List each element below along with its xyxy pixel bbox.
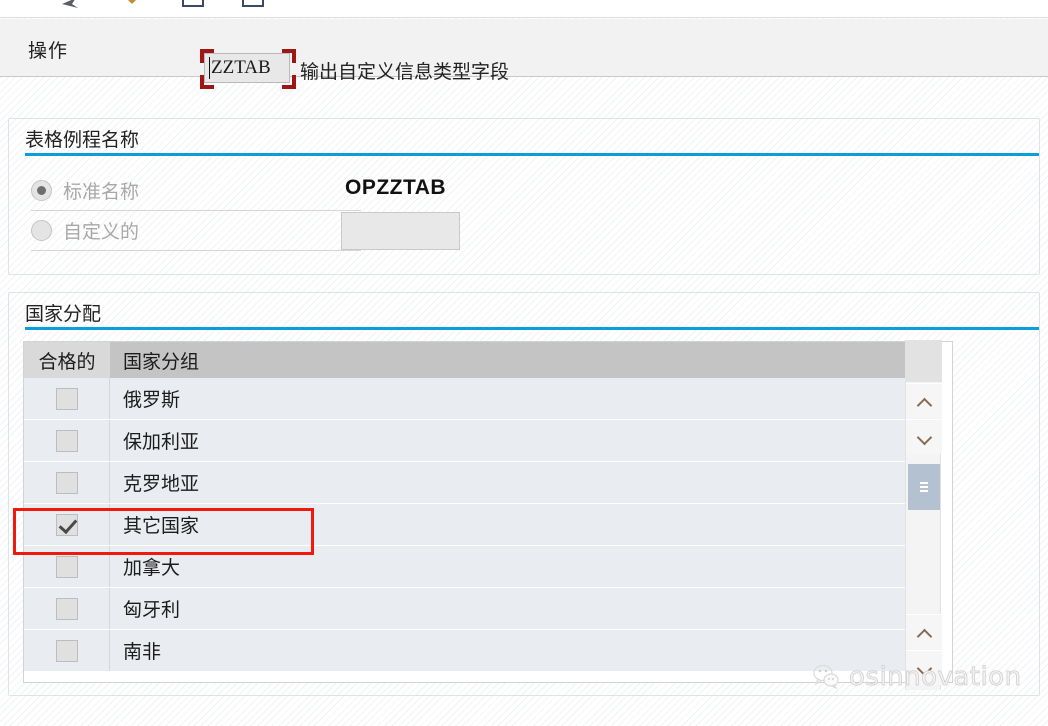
table-routine-name-panel: 表格例程名称 标准名称 自定义的	[8, 118, 1040, 275]
table-row[interactable]: 克罗地亚	[24, 462, 914, 504]
chevron-up-icon	[917, 397, 931, 406]
row-checkbox-cell[interactable]	[24, 504, 110, 545]
table-header-row: 合格的 国家分组	[24, 342, 914, 378]
scrollbar-cap	[906, 340, 942, 382]
table-row[interactable]: 保加利亚	[24, 420, 914, 462]
radio-standard-icon[interactable]	[31, 180, 52, 201]
watermark: osinnovation	[812, 662, 1022, 692]
row-checkbox-cell[interactable]	[24, 462, 110, 503]
row-country-name: 俄罗斯	[123, 389, 181, 411]
document-blue-icon[interactable]	[238, 0, 268, 12]
grip-icon	[920, 482, 928, 492]
standard-name-value: OPZZTAB	[345, 176, 447, 199]
row-checkbox[interactable]	[55, 429, 78, 452]
row-checkbox-cell[interactable]	[24, 420, 110, 461]
operation-input-wrapper: ZZTAB	[204, 53, 290, 83]
radio-option-standard-name[interactable]: 标准名称	[31, 171, 361, 211]
radio-custom-label: 自定义的	[63, 221, 140, 243]
row-checkbox[interactable]	[55, 597, 78, 620]
table-row[interactable]: 加拿大	[24, 546, 914, 588]
scrollbar-up-button-bottom[interactable]	[906, 614, 942, 649]
scrollbar-thumb[interactable]	[908, 464, 940, 510]
country-assignment-panel: 国家分配 合格的 国家分组 俄罗斯 保加利亚 克罗地亚 其它国家 加拿大 匈牙利…	[8, 292, 1040, 696]
table-scrollbar[interactable]	[905, 340, 942, 690]
back-arrow-icon[interactable]	[58, 0, 88, 12]
row-country-name: 匈牙利	[123, 599, 181, 621]
row-checkbox-cell[interactable]	[24, 588, 110, 629]
scrollbar-up-button-top[interactable]	[906, 383, 942, 418]
chevron-up-icon	[917, 628, 931, 637]
operation-label: 操作	[28, 40, 69, 62]
operation-bar: 操作 ZZTAB 输出自定义信息类型字段	[0, 19, 1048, 89]
row-checkbox[interactable]	[55, 639, 78, 662]
panel-rule	[25, 327, 1039, 330]
country-table-wrapper: 合格的 国家分组 俄罗斯 保加利亚 克罗地亚 其它国家 加拿大 匈牙利 南非	[23, 341, 953, 683]
scrollbar-down-button-top[interactable]	[906, 419, 942, 454]
row-checkbox-cell[interactable]	[24, 630, 110, 671]
row-checkbox[interactable]	[55, 555, 78, 578]
row-country-name: 克罗地亚	[123, 473, 200, 495]
row-checkbox-cell[interactable]	[24, 378, 110, 419]
table-header-country-group: 国家分组	[123, 350, 200, 373]
radio-option-custom-name[interactable]: 自定义的	[31, 211, 361, 251]
row-checkbox[interactable]	[55, 471, 78, 494]
table-row-selected[interactable]: 其它国家	[24, 504, 914, 546]
radio-custom-icon[interactable]	[31, 220, 52, 241]
watermark-text: osinnovation	[849, 662, 1022, 693]
radio-standard-label: 标准名称	[63, 181, 140, 203]
row-country-name: 其它国家	[123, 515, 200, 537]
row-checkbox[interactable]	[55, 387, 78, 410]
row-country-name: 保加利亚	[123, 431, 200, 453]
document-icon[interactable]	[178, 0, 208, 12]
chevron-down-icon	[917, 433, 931, 442]
row-country-name: 加拿大	[123, 557, 181, 579]
forward-arrow-icon[interactable]	[118, 0, 148, 12]
table-header-eligible: 合格的	[24, 342, 110, 378]
custom-name-input[interactable]	[341, 212, 460, 250]
operation-input[interactable]: ZZTAB	[204, 53, 290, 83]
wechat-logo-icon	[812, 664, 842, 690]
panel-title-name: 表格例程名称	[25, 129, 140, 151]
text-caret	[209, 57, 210, 79]
table-row[interactable]: 南非	[24, 630, 914, 672]
table-row[interactable]: 匈牙利	[24, 588, 914, 630]
row-country-name: 南非	[123, 641, 162, 663]
table-row[interactable]: 俄罗斯	[24, 378, 914, 420]
country-table: 合格的 国家分组 俄罗斯 保加利亚 克罗地亚 其它国家 加拿大 匈牙利 南非	[24, 342, 914, 672]
panel-title-country: 国家分配	[25, 303, 102, 325]
row-checkbox-checked[interactable]	[55, 513, 78, 536]
row-checkbox-cell[interactable]	[24, 546, 110, 587]
operation-description: 输出自定义信息类型字段	[300, 61, 510, 83]
panel-rule	[25, 153, 1039, 156]
toolbar	[0, 0, 1048, 18]
